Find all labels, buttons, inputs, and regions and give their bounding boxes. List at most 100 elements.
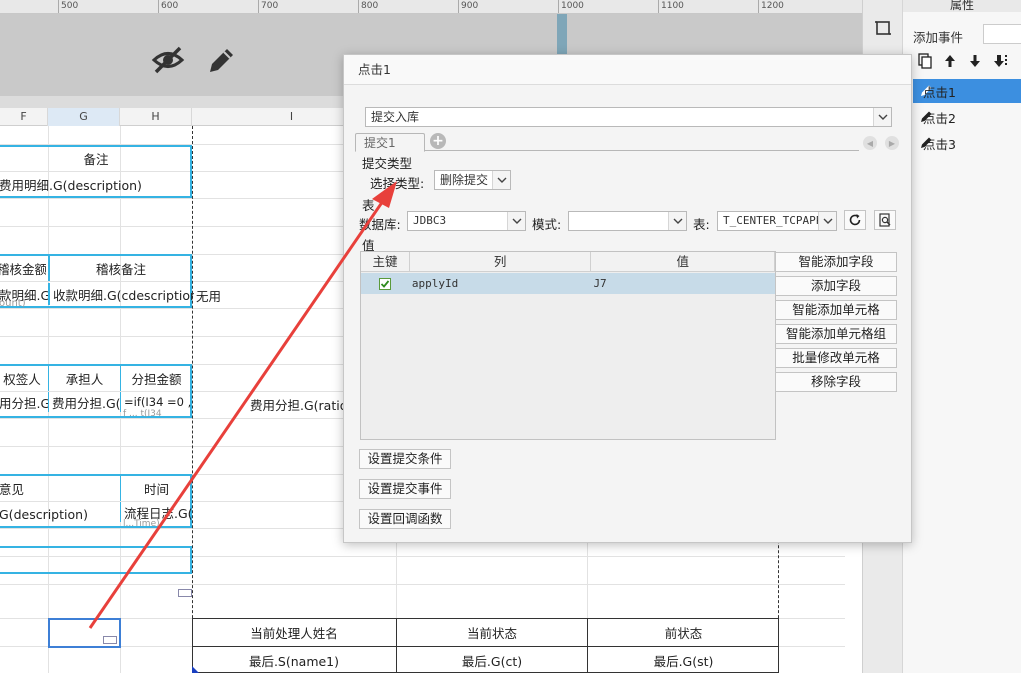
row-value: J7 [593, 277, 607, 290]
hide-icon[interactable] [150, 42, 186, 78]
column-h[interactable]: H [120, 108, 192, 126]
chevron-down-icon [818, 212, 836, 230]
handler-name-header: 当前处理人姓名 [250, 626, 338, 641]
copy-icon[interactable] [917, 53, 933, 69]
opinion-value: G(description) [0, 506, 88, 522]
chevron-down-icon [492, 171, 510, 189]
db-label: 数据库: [359, 217, 401, 232]
tab-prev-icon[interactable]: ◀ [863, 136, 877, 150]
event-label: 点击2 [923, 110, 956, 126]
batch-edit-cell-button[interactable]: 批量修改单元格 [775, 348, 897, 368]
crop-icon[interactable] [874, 19, 892, 37]
table-value: T_CENTER_TCPAPPI [723, 214, 829, 227]
col-column-header: 列 [410, 252, 592, 272]
col-key-header: 主键 [361, 252, 410, 272]
ruler-tick: 700 [258, 0, 278, 13]
action-select-value: 提交入库 [371, 110, 420, 124]
add-event-label: 添加事件 [913, 30, 964, 45]
properties-panel: 属性 添加事件 点击1 点击2 点击3 [902, 0, 1021, 673]
schema-dropdown[interactable] [568, 211, 687, 231]
set-submit-condition-button[interactable]: 设置提交条件 [359, 449, 451, 469]
verify-amount-value2: ount) [0, 298, 26, 308]
ruler-tick: 1200 [758, 0, 784, 13]
tab-bar [355, 150, 859, 151]
smart-add-cell-group-button[interactable]: 智能添加单元格组 [775, 324, 897, 344]
unused-label: 无用 [196, 289, 222, 304]
smart-add-cell-button[interactable]: 智能添加单元格 [775, 300, 897, 320]
time-header: 时间 [120, 476, 192, 501]
add-tab-icon[interactable]: + [430, 133, 446, 149]
opinion-header: 意见 [0, 482, 25, 497]
ruler-tick: 600 [158, 0, 178, 13]
select-type-value: 删除提交 [440, 173, 489, 187]
select-type-dropdown[interactable]: 删除提交 [434, 170, 511, 190]
move-bottom-icon[interactable] [992, 53, 1010, 69]
search-table-icon[interactable] [874, 210, 896, 230]
signer-header: 权签人 [3, 372, 41, 387]
column-f[interactable]: F [0, 108, 48, 126]
move-up-icon[interactable] [942, 53, 958, 69]
time-value2: l...Time) [123, 519, 160, 528]
remark-header: 备注 [83, 152, 109, 167]
column-g[interactable]: G [48, 108, 120, 126]
tab-submit1[interactable]: 提交1 [355, 133, 425, 152]
db-dropdown[interactable]: JDBC3 [407, 211, 526, 231]
remark-value: 费用明细.G(description) [0, 178, 142, 193]
selected-cell[interactable] [48, 618, 121, 648]
value-table[interactable]: 主键 列 值 applyId J7 [360, 251, 776, 440]
current-state-header: 当前状态 [396, 619, 587, 646]
event-item-click1[interactable]: 点击1 [913, 79, 1021, 103]
move-down-icon[interactable] [967, 53, 983, 69]
verify-remark-value: 收款明细.G(cdescription) [48, 283, 194, 305]
ruler-tick: 800 [358, 0, 378, 13]
submit-type-section: 提交类型 [362, 156, 413, 171]
row-column: applyId [411, 277, 459, 290]
db-value: JDBC3 [413, 214, 447, 227]
event-item-click2[interactable]: 点击2 [913, 105, 1021, 129]
smart-add-field-button[interactable]: 智能添加字段 [775, 252, 897, 272]
event-dialog: 点击1 提交入库 提交1 + ◀ ▶ 提交类型 选择类型: 删除提交 表 数据库… [343, 54, 912, 543]
share-amount-header: 分担金额 [120, 366, 192, 391]
add-field-button[interactable]: 添加字段 [775, 276, 897, 296]
verify-amount-header: 稽核金额 [0, 262, 46, 277]
col-value-header: 值 [591, 252, 776, 272]
schema-label: 模式: [532, 217, 562, 232]
verify-remark-header: 稽核备注 [48, 256, 192, 281]
ruler-tick: 500 [58, 0, 78, 13]
panel-title: 属性 [903, 0, 1021, 12]
chevron-down-icon [873, 108, 891, 126]
table-label: 表: [693, 217, 710, 232]
action-select[interactable]: 提交入库 [365, 107, 892, 127]
bearer-header: 承担人 [48, 366, 120, 391]
ruler-tick: 1000 [558, 0, 584, 13]
event-label: 点击3 [923, 136, 956, 152]
event-item-click3[interactable]: 点击3 [913, 131, 1021, 155]
primary-key-checkbox[interactable] [379, 277, 392, 290]
dialog-title: 点击1 [344, 55, 911, 85]
remove-field-button[interactable]: 移除字段 [775, 372, 897, 392]
prev-state-value: 最后.G(st) [587, 647, 779, 673]
empty-block [0, 546, 192, 574]
signer-value: 用分担.G( [0, 395, 48, 411]
table-row[interactable]: applyId J7 [361, 273, 775, 294]
event-label: 点击1 [923, 84, 956, 100]
chevron-down-icon [668, 212, 686, 230]
ruler-tick: 900 [458, 0, 478, 13]
handler-name-value: 最后.S(name1) [248, 653, 340, 669]
value-table-header: 主键 列 值 [361, 252, 776, 272]
set-submit-event-button[interactable]: 设置提交事件 [359, 479, 451, 499]
share-amount-value2: f ... t(I34 [123, 409, 162, 418]
event-tools [917, 53, 1010, 69]
tab-next-icon[interactable]: ▶ [885, 136, 899, 150]
table-section: 表 [362, 198, 375, 213]
refresh-icon[interactable] [844, 210, 866, 230]
chevron-down-icon [507, 212, 525, 230]
prev-state-header: 前状态 [587, 619, 779, 646]
current-state-value: 最后.G(ct) [396, 647, 587, 673]
add-event-input[interactable] [983, 24, 1021, 44]
set-callback-button[interactable]: 设置回调函数 [359, 509, 451, 529]
bearer-value: 费用分担.G( [48, 392, 120, 412]
horizontal-ruler: 500 600 700 800 900 1000 1100 1200 [0, 0, 862, 14]
edit-icon[interactable] [202, 42, 238, 78]
table-dropdown[interactable]: T_CENTER_TCPAPPI [717, 211, 837, 231]
